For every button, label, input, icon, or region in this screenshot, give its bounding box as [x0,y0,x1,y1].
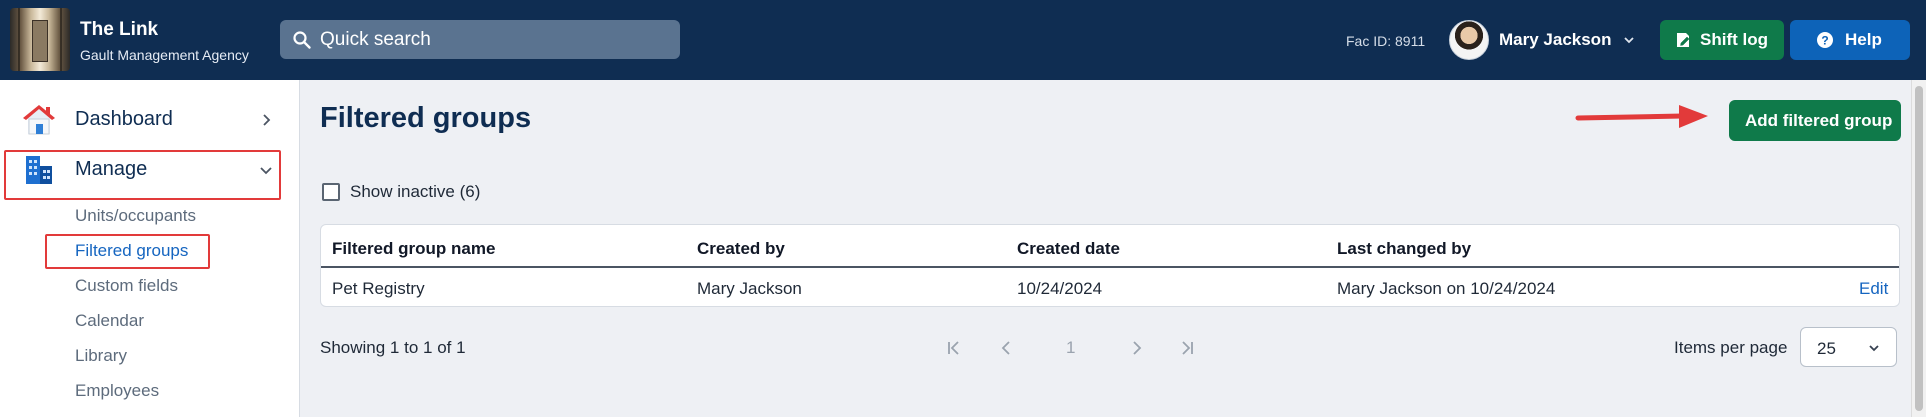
cell-created-by: Mary Jackson [697,279,802,298]
sidebar-item-dashboard[interactable]: Dashboard [0,98,300,142]
help-button[interactable]: ? Help [1790,20,1910,60]
column-header-name[interactable]: Filtered group name [332,239,495,259]
svg-text:?: ? [1821,34,1828,48]
show-inactive-label: Show inactive (6) [350,182,481,201]
cell-created-date: 10/24/2024 [1017,279,1103,298]
shift-log-label: Shift log [1700,30,1768,49]
next-page-icon[interactable] [1128,339,1146,357]
question-circle-icon: ? [1817,32,1833,48]
sidebar-subitem-custom-fields[interactable]: Custom fields [75,276,178,296]
top-bar: The Link Gault Management Agency Quick s… [0,0,1926,80]
help-label: Help [1845,30,1882,49]
sidebar-subitem-units-occupants[interactable]: Units/occupants [75,206,196,226]
items-per-page-value: 25 [1817,339,1836,358]
chevron-down-icon [1869,345,1879,352]
add-filtered-group-button[interactable]: Add filtered group [1729,100,1901,141]
sidebar-subitem-library[interactable]: Library [75,346,127,366]
quick-search-input[interactable]: Quick search [280,20,680,59]
show-inactive-checkbox[interactable]: Show inactive (6) [322,181,522,205]
cell-last-changed: Mary Jackson on 10/24/2024 [1337,279,1556,298]
page-scrollbar[interactable] [1911,80,1926,417]
sidebar-subitem-calendar[interactable]: Calendar [75,311,144,331]
search-placeholder: Quick search [320,29,431,50]
hallway-logo[interactable] [10,8,70,71]
sidebar: Dashboard Manage Units/occupants Filtere… [0,80,300,417]
page-title: Filtered groups [320,102,532,134]
search-icon [293,31,311,49]
last-page-icon[interactable] [1178,339,1196,357]
red-arrow-annotation-icon [1575,105,1708,128]
column-header-last-changed[interactable]: Last changed by [1337,239,1471,259]
first-page-icon[interactable] [945,339,963,357]
house-icon [23,105,55,135]
chevron-down-icon[interactable] [1622,33,1636,47]
avatar[interactable] [1449,20,1489,60]
chevron-right-icon [263,114,271,126]
items-per-page-label: Items per page [1674,338,1788,357]
highlight-box-filtered-groups [45,234,210,269]
checkbox-icon[interactable] [322,183,340,201]
note-edit-icon [1677,33,1690,47]
pagination-summary: Showing 1 to 1 of 1 [320,338,466,357]
sidebar-subitem-employees[interactable]: Employees [75,381,159,401]
user-name[interactable]: Mary Jackson [1499,30,1611,50]
header-divider [321,266,1899,268]
facility-id: Fac ID: 8911 [1346,33,1426,49]
app-subtitle: Gault Management Agency [80,47,249,63]
column-header-created-by[interactable]: Created by [697,239,785,259]
scrollbar-thumb[interactable] [1915,86,1923,411]
cell-group-name: Pet Registry [332,279,425,298]
current-page-number[interactable]: 1 [1066,338,1075,358]
items-per-page-select[interactable]: 25 [1800,327,1897,367]
filtered-groups-table: Filtered group name Created by Created d… [320,224,1900,307]
app-title: The Link [80,19,159,40]
add-filtered-group-label: Add filtered group [1745,111,1893,130]
highlight-box-manage [4,150,281,200]
previous-page-icon[interactable] [997,339,1015,357]
shift-log-button[interactable]: Shift log [1660,20,1784,60]
edit-link[interactable]: Edit [1859,279,1888,299]
column-header-created-date[interactable]: Created date [1017,239,1120,259]
sidebar-item-label: Dashboard [75,108,173,130]
